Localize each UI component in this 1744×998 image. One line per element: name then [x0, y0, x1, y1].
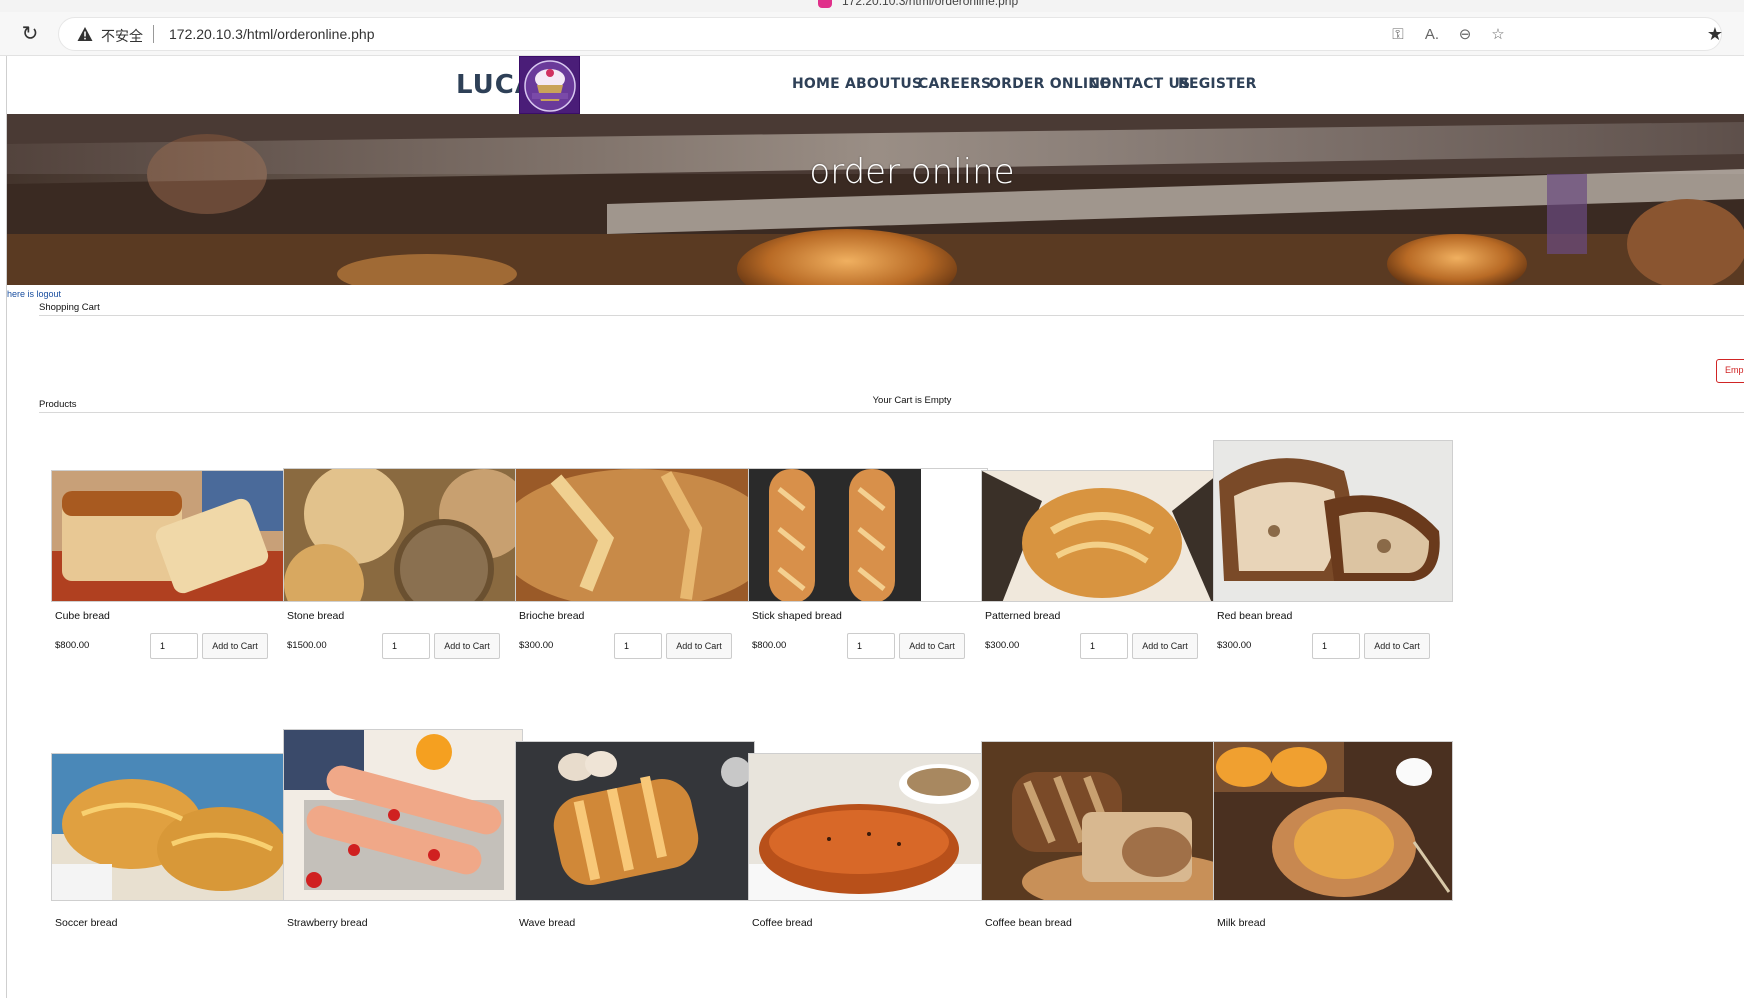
product-image [283, 468, 523, 602]
product-image [1213, 741, 1453, 901]
cupcake-logo[interactable] [519, 56, 580, 114]
product-name: Stick shaped bread [752, 610, 842, 622]
quantity-input[interactable] [1080, 633, 1128, 659]
product-image [1213, 440, 1453, 602]
quantity-input[interactable] [847, 633, 895, 659]
products-heading: Products [39, 399, 77, 410]
bakery-display-image [7, 114, 1744, 285]
add-to-cart-button[interactable]: Add to Cart [666, 633, 732, 659]
nav-aboutus[interactable]: ABOUTUS [845, 76, 922, 92]
key-icon[interactable]: ⚿ [1387, 24, 1409, 46]
hero-title: order online [809, 152, 1015, 192]
quantity-input[interactable] [150, 633, 198, 659]
address-bar[interactable]: 不安全 172.20.10.3/html/orderonline.php ⚿ A… [58, 17, 1722, 51]
product-price: $300.00 [985, 640, 1020, 651]
product-name: Red bean bread [1217, 610, 1293, 622]
nav-careers[interactable]: CAREERS [918, 76, 991, 92]
quantity-input[interactable] [382, 633, 430, 659]
nav-home[interactable]: HOME [792, 76, 840, 92]
insecure-label[interactable]: 不安全 [101, 26, 143, 46]
product-name: Strawberry bread [287, 917, 368, 929]
warning-icon [77, 27, 93, 41]
add-to-cart-button[interactable]: Add to Cart [1364, 633, 1430, 659]
nav-register[interactable]: REGISTER [1178, 76, 1257, 92]
product-price: $300.00 [519, 640, 554, 651]
empty-cart-button[interactable]: Emp [1716, 359, 1744, 383]
product-image [283, 729, 523, 901]
product-name: Wave bread [519, 917, 576, 929]
tab-favicon-icon [818, 0, 832, 8]
favorites-icon[interactable]: ★ [1703, 22, 1727, 46]
product-price: $800.00 [752, 640, 787, 651]
product-name: Stone bread [287, 610, 345, 622]
nav-contact-us[interactable]: CONTACT US [1089, 76, 1190, 92]
product-price: $1500.00 [287, 640, 327, 651]
product-price: $300.00 [1217, 640, 1252, 651]
cart-empty-message: Your Cart is Empty [872, 395, 952, 406]
product-name: Coffee bean bread [985, 917, 1072, 929]
product-image [51, 470, 291, 602]
products-divider [39, 412, 1744, 413]
product-image [981, 741, 1221, 901]
product-name: Patterned bread [985, 610, 1061, 622]
product-name: Soccer bread [55, 917, 118, 929]
browser-tab-strip: 172.20.10.3/html/orderonline.php [0, 0, 1744, 12]
add-to-cart-button[interactable]: Add to Cart [202, 633, 268, 659]
add-to-cart-button[interactable]: Add to Cart [899, 633, 965, 659]
hero-banner: order online [7, 114, 1744, 285]
product-name: Milk bread [1217, 917, 1266, 929]
cart-divider [39, 315, 1744, 316]
browser-toolbar: ↻ 不安全 172.20.10.3/html/orderonline.php ⚿… [0, 12, 1744, 56]
product-image [981, 470, 1221, 602]
address-separator [153, 25, 154, 43]
read-aloud-icon[interactable]: A. [1421, 24, 1443, 46]
product-name: Coffee bread [752, 917, 813, 929]
product-name: Brioche bread [519, 610, 585, 622]
url-text[interactable]: 172.20.10.3/html/orderonline.php [169, 26, 374, 42]
page-viewport: LUCA HOME ABOUTUS CAREERS ORDER ONLINE C… [6, 56, 1744, 998]
product-image [748, 468, 988, 602]
product-image [515, 741, 755, 901]
quantity-input[interactable] [1312, 633, 1360, 659]
product-image [748, 753, 988, 901]
zoom-out-icon[interactable]: ⊖ [1454, 24, 1476, 46]
cupcake-logo-icon [524, 60, 576, 112]
product-price: $800.00 [55, 640, 90, 651]
add-to-cart-button[interactable]: Add to Cart [434, 633, 500, 659]
product-image [51, 753, 291, 901]
site-header: LUCA HOME ABOUTUS CAREERS ORDER ONLINE C… [7, 56, 1744, 114]
tab-title[interactable]: 172.20.10.3/html/orderonline.php [842, 0, 1018, 8]
product-image [515, 468, 755, 602]
product-name: Cube bread [55, 610, 110, 622]
reload-icon[interactable]: ↻ [18, 22, 42, 46]
add-favorite-icon[interactable]: ☆ [1487, 24, 1509, 46]
add-to-cart-button[interactable]: Add to Cart [1132, 633, 1198, 659]
shopping-cart-heading: Shopping Cart [39, 302, 100, 313]
quantity-input[interactable] [614, 633, 662, 659]
logout-link[interactable]: here is logout [7, 289, 61, 299]
